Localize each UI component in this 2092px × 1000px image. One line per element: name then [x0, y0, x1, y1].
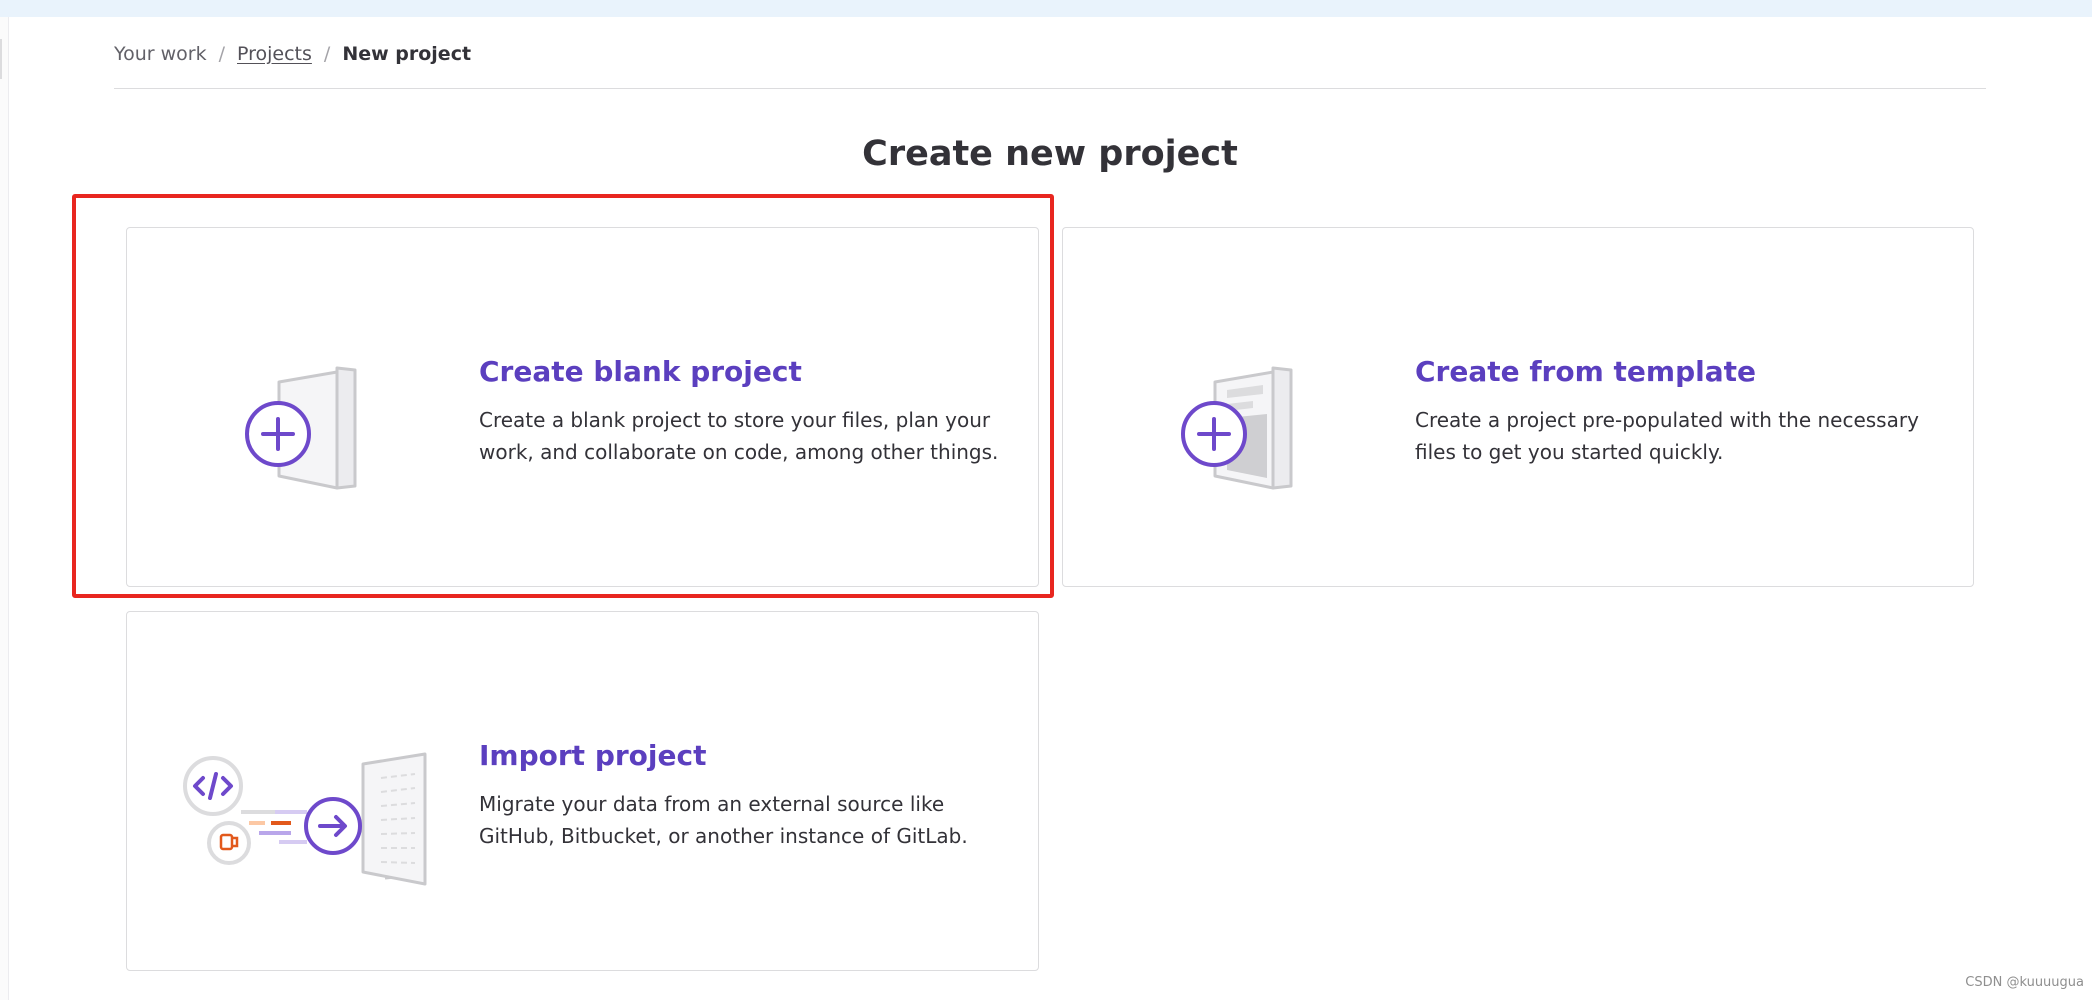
breadcrumb: Your work / Projects / New project [114, 40, 471, 68]
create-from-template-card[interactable]: Create from template Create a project pr… [1062, 227, 1974, 587]
import-project-text: Import project Migrate your data from an… [479, 738, 1019, 852]
blank-project-title[interactable]: Create blank project [479, 354, 1019, 390]
template-project-title[interactable]: Create from template [1415, 354, 1955, 390]
template-project-description: Create a project pre-populated with the … [1415, 408, 1919, 464]
template-project-text: Create from template Create a project pr… [1415, 354, 1955, 468]
header-divider [114, 88, 1986, 89]
sidebar-toggle-handle[interactable] [0, 39, 2, 79]
template-project-illustration-icon [1103, 308, 1363, 508]
blank-project-description: Create a blank project to store your fil… [479, 408, 999, 464]
breadcrumb-current-page: New project [342, 43, 472, 65]
breadcrumb-separator: / [323, 43, 331, 65]
blank-project-text: Create blank project Create a blank proj… [479, 354, 1019, 468]
watermark-text: CSDN @kuuuugua [1965, 975, 2084, 990]
breadcrumb-separator: / [218, 43, 225, 65]
breadcrumb-your-work[interactable]: Your work [114, 43, 207, 65]
import-project-description: Migrate your data from an external sourc… [479, 792, 968, 848]
blank-project-illustration-icon [167, 308, 427, 508]
import-project-illustration-icon [167, 692, 427, 892]
create-blank-project-card[interactable]: Create blank project Create a blank proj… [126, 227, 1039, 587]
import-project-card[interactable]: Import project Migrate your data from an… [126, 611, 1039, 971]
breadcrumb-projects-link[interactable]: Projects [237, 43, 312, 65]
top-banner-strip [0, 0, 2092, 17]
page-title: Create new project [862, 134, 1238, 174]
import-project-title[interactable]: Import project [479, 738, 1019, 774]
